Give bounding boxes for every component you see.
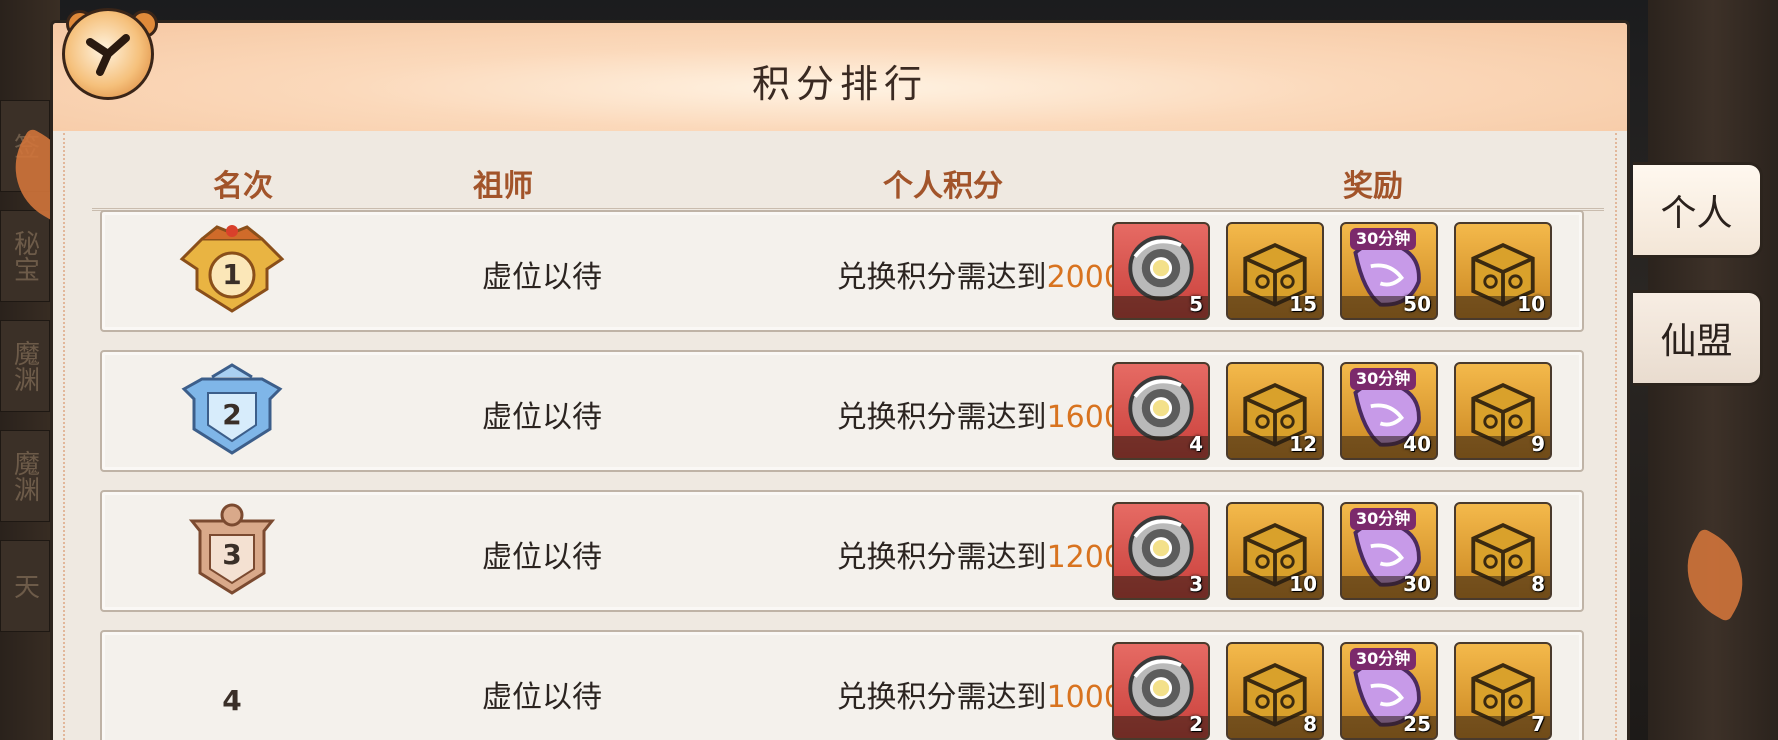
close-icon bbox=[86, 34, 130, 76]
close-button[interactable] bbox=[62, 8, 154, 100]
reward-item[interactable]: 30分钟 50 bbox=[1340, 222, 1438, 320]
score-prefix: 兑换积分需达到 bbox=[836, 400, 1047, 435]
column-header-rank: 名次 bbox=[213, 169, 273, 204]
reward-quantity: 10 bbox=[1517, 292, 1545, 316]
ranking-row: 1 虚位以待 兑换积分需达到20000积分 51530分钟5010 bbox=[100, 210, 1584, 332]
duration-tag: 30分钟 bbox=[1350, 228, 1417, 250]
reward-quantity: 4 bbox=[1189, 432, 1203, 456]
bg-menu-item: 魔渊 bbox=[0, 430, 50, 522]
reward-item[interactable]: 30分钟 30 bbox=[1340, 502, 1438, 600]
score-prefix: 兑换积分需达到 bbox=[836, 260, 1047, 295]
reward-item[interactable]: 30分钟 40 bbox=[1340, 362, 1438, 460]
rank-number: 3 bbox=[222, 537, 242, 571]
reward-quantity: 3 bbox=[1189, 572, 1203, 596]
reward-item[interactable]: 9 bbox=[1454, 362, 1552, 460]
duration-tag: 30分钟 bbox=[1350, 508, 1417, 530]
master-name: 虚位以待 bbox=[482, 260, 602, 295]
reward-quantity: 8 bbox=[1303, 712, 1317, 736]
master-name: 虚位以待 bbox=[482, 680, 602, 715]
reward-item[interactable]: 10 bbox=[1454, 222, 1552, 320]
rank-cell: 2 bbox=[162, 352, 302, 470]
master-name: 虚位以待 bbox=[482, 540, 602, 575]
reward-item[interactable]: 8 bbox=[1454, 502, 1552, 600]
reward-quantity: 10 bbox=[1289, 572, 1317, 596]
ranking-row: 3 虚位以待 兑换积分需达到12000积分 31030分钟308 bbox=[100, 490, 1584, 612]
duration-tag: 30分钟 bbox=[1350, 368, 1417, 390]
reward-quantity: 30 bbox=[1403, 572, 1431, 596]
reward-quantity: 8 bbox=[1531, 572, 1545, 596]
reward-item[interactable]: 3 bbox=[1112, 502, 1210, 600]
reward-item[interactable]: 15 bbox=[1226, 222, 1324, 320]
bg-menu-item: 秘宝 bbox=[0, 210, 50, 302]
bg-menu-item: 天 bbox=[0, 540, 50, 632]
tab-alliance[interactable]: 仙盟 bbox=[1633, 290, 1763, 386]
rank-cell: 4 bbox=[162, 632, 302, 740]
reward-item[interactable]: 5 bbox=[1112, 222, 1210, 320]
rank-cell: 1 bbox=[162, 212, 302, 330]
tab-personal[interactable]: 个人 bbox=[1633, 162, 1763, 258]
reward-item[interactable]: 7 bbox=[1454, 642, 1552, 740]
rank-number: 4 bbox=[222, 683, 242, 717]
score-prefix: 兑换积分需达到 bbox=[836, 680, 1047, 715]
reward-item[interactable]: 12 bbox=[1226, 362, 1324, 460]
reward-quantity: 9 bbox=[1531, 432, 1545, 456]
reward-list: 5 15 30分钟 50 10 bbox=[1112, 222, 1552, 322]
rank-number: 1 bbox=[222, 257, 242, 291]
column-header-master: 祖师 bbox=[473, 169, 533, 204]
master-name: 虚位以待 bbox=[482, 400, 602, 435]
rank-cell: 3 bbox=[162, 492, 302, 610]
reward-quantity: 5 bbox=[1189, 292, 1203, 316]
reward-item[interactable]: 8 bbox=[1226, 642, 1324, 740]
reward-list: 3 10 30分钟 30 8 bbox=[1112, 502, 1552, 602]
ranking-row: 4 虚位以待 兑换积分需达到10000积分 2830分钟257 bbox=[100, 630, 1584, 740]
page-title: 积分排行 bbox=[751, 62, 928, 106]
column-header-score: 个人积分 bbox=[883, 169, 1003, 204]
reward-list: 2 8 30分钟 25 7 bbox=[1112, 642, 1552, 740]
reward-quantity: 2 bbox=[1189, 712, 1203, 736]
reward-quantity: 25 bbox=[1403, 712, 1431, 736]
reward-quantity: 50 bbox=[1403, 292, 1431, 316]
reward-list: 4 12 30分钟 40 9 bbox=[1112, 362, 1552, 462]
ranking-row: 2 虚位以待 兑换积分需达到16000积分 41230分钟409 bbox=[100, 350, 1584, 472]
reward-quantity: 15 bbox=[1289, 292, 1317, 316]
duration-tag: 30分钟 bbox=[1350, 648, 1417, 670]
reward-item[interactable]: 10 bbox=[1226, 502, 1324, 600]
column-header-reward: 奖励 bbox=[1343, 169, 1403, 204]
reward-quantity: 7 bbox=[1531, 712, 1545, 736]
reward-item[interactable]: 30分钟 25 bbox=[1340, 642, 1438, 740]
reward-quantity: 40 bbox=[1403, 432, 1431, 456]
reward-item[interactable]: 2 bbox=[1112, 642, 1210, 740]
reward-quantity: 12 bbox=[1289, 432, 1317, 456]
score-prefix: 兑换积分需达到 bbox=[836, 540, 1047, 575]
reward-item[interactable]: 4 bbox=[1112, 362, 1210, 460]
rank-number: 2 bbox=[222, 397, 242, 431]
bg-menu-item: 魔渊 bbox=[0, 320, 50, 412]
